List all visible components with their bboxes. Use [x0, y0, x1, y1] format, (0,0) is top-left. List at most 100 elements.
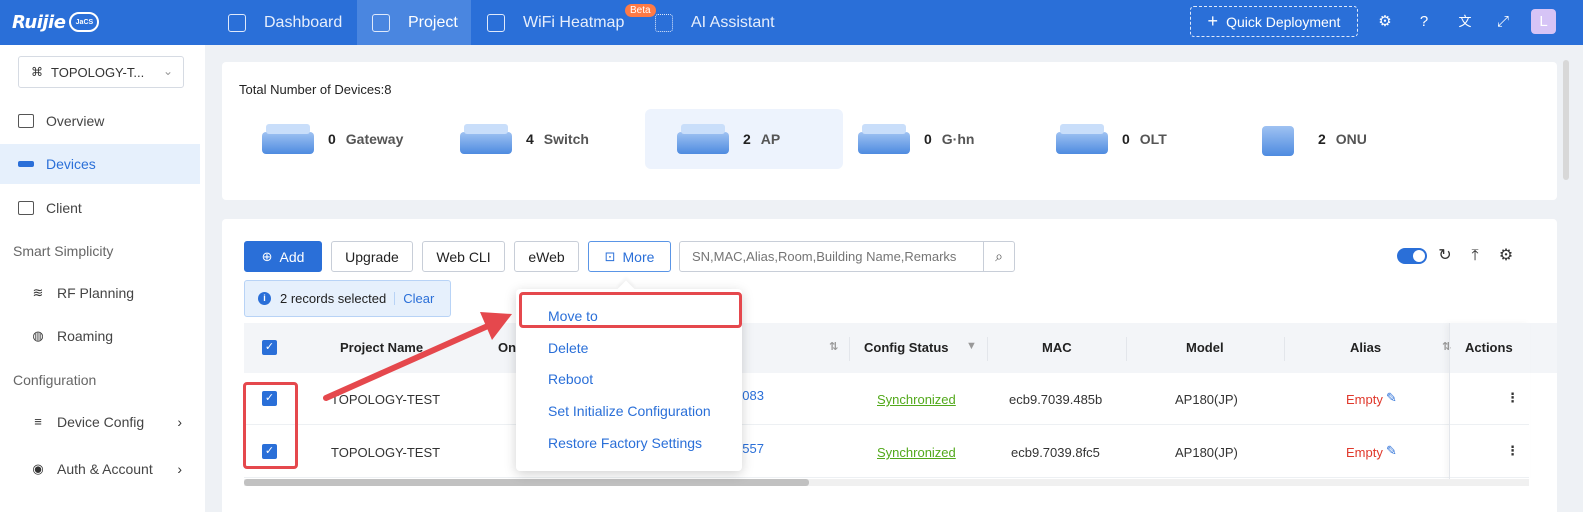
device-type-gateway[interactable]: 0 Gateway — [262, 109, 403, 169]
fullscreen-icon[interactable]: ⤢ — [1493, 12, 1513, 32]
col-mac[interactable]: MAC — [1042, 340, 1072, 355]
column-settings-icon[interactable]: ⚙ — [1496, 246, 1516, 266]
nav-dashboard[interactable]: Dashboard — [228, 0, 358, 45]
settings-gear-icon[interactable]: ⚙ — [1375, 12, 1395, 32]
search-icon[interactable]: ⌕ — [983, 242, 1014, 271]
divider — [1126, 337, 1127, 361]
table-row[interactable]: ✓ TOPOLOGY-TEST 5557 Synchronized ecb9.7… — [244, 426, 1529, 478]
switch-label: Switch — [543, 131, 589, 147]
onu-icon — [1252, 120, 1304, 158]
actions-column-fixed — [1449, 323, 1530, 479]
refresh-icon[interactable]: ↻ — [1435, 246, 1455, 266]
plus-icon: + — [1207, 11, 1219, 31]
config-status-link[interactable]: Synchronized — [877, 392, 956, 407]
scrollbar-thumb[interactable] — [244, 479, 809, 486]
annotation-arrow-icon — [323, 312, 512, 401]
wifi-icon: ≋ — [32, 285, 44, 300]
view-toggle[interactable] — [1397, 248, 1427, 264]
vertical-scrollbar[interactable] — [1563, 60, 1569, 180]
section-smart-simplicity: Smart Simplicity — [13, 243, 114, 259]
home-icon — [228, 13, 246, 32]
cube-icon — [372, 13, 390, 32]
mac-cell: ecb9.7039.8fc5 — [1011, 445, 1100, 460]
sidebar-item-rf-planning[interactable]: ≋ RF Planning — [0, 273, 200, 313]
device-type-onu[interactable]: 2 ONU — [1252, 109, 1367, 169]
divider — [987, 337, 988, 361]
sidebar-item-device-config[interactable]: ≡ Device Config › — [0, 402, 200, 442]
help-icon[interactable]: ? — [1414, 12, 1434, 32]
menu-item-restore-factory-settings[interactable]: Restore Factory Settings — [548, 435, 702, 451]
highlight-row-checkboxes — [243, 382, 298, 469]
menu-item-reboot[interactable]: Reboot — [548, 371, 593, 387]
col-config-status[interactable]: Config Status — [864, 340, 949, 355]
sidebar-item-label: Auth & Account — [57, 461, 153, 477]
edit-pencil-icon[interactable]: ✎ — [1386, 443, 1397, 459]
select-all-checkbox[interactable]: ✓ — [262, 340, 277, 355]
alias-cell: Empty — [1346, 392, 1383, 407]
add-button[interactable]: ⊕ Add — [244, 241, 322, 272]
more-button[interactable]: ⊡ More — [588, 241, 671, 272]
olt-count: 0 — [1122, 131, 1130, 147]
ghn-label: G·hn — [941, 131, 975, 147]
edit-pencil-icon[interactable]: ✎ — [1386, 390, 1397, 406]
sidebar-item-label: RF Planning — [57, 285, 135, 301]
nav-ai-assistant-label: AI Assistant — [691, 13, 775, 31]
avatar[interactable]: L — [1531, 9, 1556, 34]
export-icon[interactable]: ⤒ — [1465, 246, 1485, 266]
sidebar-item-roaming[interactable]: ◍ Roaming — [0, 316, 200, 356]
heatmap-icon — [487, 13, 505, 32]
total-devices-label: Total Number of Devices:8 — [239, 82, 392, 97]
gateway-count: 0 — [328, 131, 336, 147]
nav-project[interactable]: Project — [357, 0, 471, 45]
alias-cell: Empty — [1346, 445, 1383, 460]
nav-ai-assistant[interactable]: AI Assistant — [655, 0, 785, 45]
section-configuration: Configuration — [13, 372, 97, 388]
topology-icon: ⌘ — [31, 65, 43, 79]
switch-count: 4 — [526, 131, 534, 147]
globe-icon: ◍ — [32, 328, 44, 343]
sidebar-item-auth-account[interactable]: ◉ Auth & Account › — [0, 449, 200, 489]
nav-wifi-heatmap-label: WiFi Heatmap — [523, 13, 625, 31]
project-selector[interactable]: ⌘ TOPOLOGY-T... ⌄ — [18, 56, 184, 88]
sidebar-item-label: Overview — [46, 113, 105, 129]
nav-wifi-heatmap[interactable]: WiFi Heatmap — [487, 0, 637, 45]
project-selector-label: TOPOLOGY-T... — [51, 64, 145, 80]
col-model[interactable]: Model — [1186, 340, 1224, 355]
device-type-ghn[interactable]: 0 G·hn — [858, 109, 974, 169]
menu-item-set-initialize-configuration[interactable]: Set Initialize Configuration — [548, 403, 711, 419]
ghn-icon — [858, 120, 910, 158]
device-type-switch[interactable]: 4 Switch — [460, 109, 589, 169]
beta-badge: Beta — [625, 4, 656, 17]
col-alias[interactable]: Alias — [1350, 340, 1381, 355]
user-circle-icon: ◉ — [32, 461, 44, 476]
sidebar-item-label: Devices — [46, 156, 96, 172]
chevron-right-icon: › — [177, 461, 182, 477]
devices-icon — [18, 161, 34, 167]
device-type-ap[interactable]: 2 AP — [645, 109, 843, 169]
top-navigation-bar: Ruijie JaCS Dashboard Project WiFi Heatm… — [0, 0, 1583, 45]
filter-icon[interactable]: ▼ — [966, 340, 977, 352]
brand-name: Ruijie — [12, 11, 66, 33]
chevron-down-icon: ⌄ — [162, 64, 173, 78]
jacs-cloud-icon: JaCS — [69, 12, 100, 32]
ruijie-logo[interactable]: Ruijie JaCS — [12, 9, 100, 35]
more-dots-icon: ⊡ — [604, 248, 616, 264]
quick-deployment-button[interactable]: + Quick Deployment — [1190, 6, 1358, 37]
horizontal-scrollbar[interactable] — [244, 479, 1529, 486]
sidebar-item-devices[interactable]: Devices — [0, 144, 200, 184]
sidebar-item-label: Client — [46, 200, 82, 216]
upgrade-button[interactable]: Upgrade — [331, 241, 413, 272]
nav-project-label: Project — [408, 13, 458, 31]
web-cli-button[interactable]: Web CLI — [422, 241, 505, 272]
access-point-icon — [677, 120, 729, 158]
config-status-link[interactable]: Synchronized — [877, 445, 956, 460]
menu-item-delete[interactable]: Delete — [548, 340, 588, 356]
chevron-right-icon: › — [177, 414, 182, 430]
sort-icon[interactable]: ⇅ — [829, 340, 838, 353]
sidebar-item-overview[interactable]: Overview — [0, 101, 200, 141]
language-icon[interactable]: 文 — [1455, 12, 1475, 32]
sidebar-item-client[interactable]: Client — [0, 188, 200, 228]
eweb-button[interactable]: eWeb — [514, 241, 579, 272]
search-input[interactable] — [680, 249, 980, 264]
device-type-olt[interactable]: 0 OLT — [1056, 109, 1167, 169]
